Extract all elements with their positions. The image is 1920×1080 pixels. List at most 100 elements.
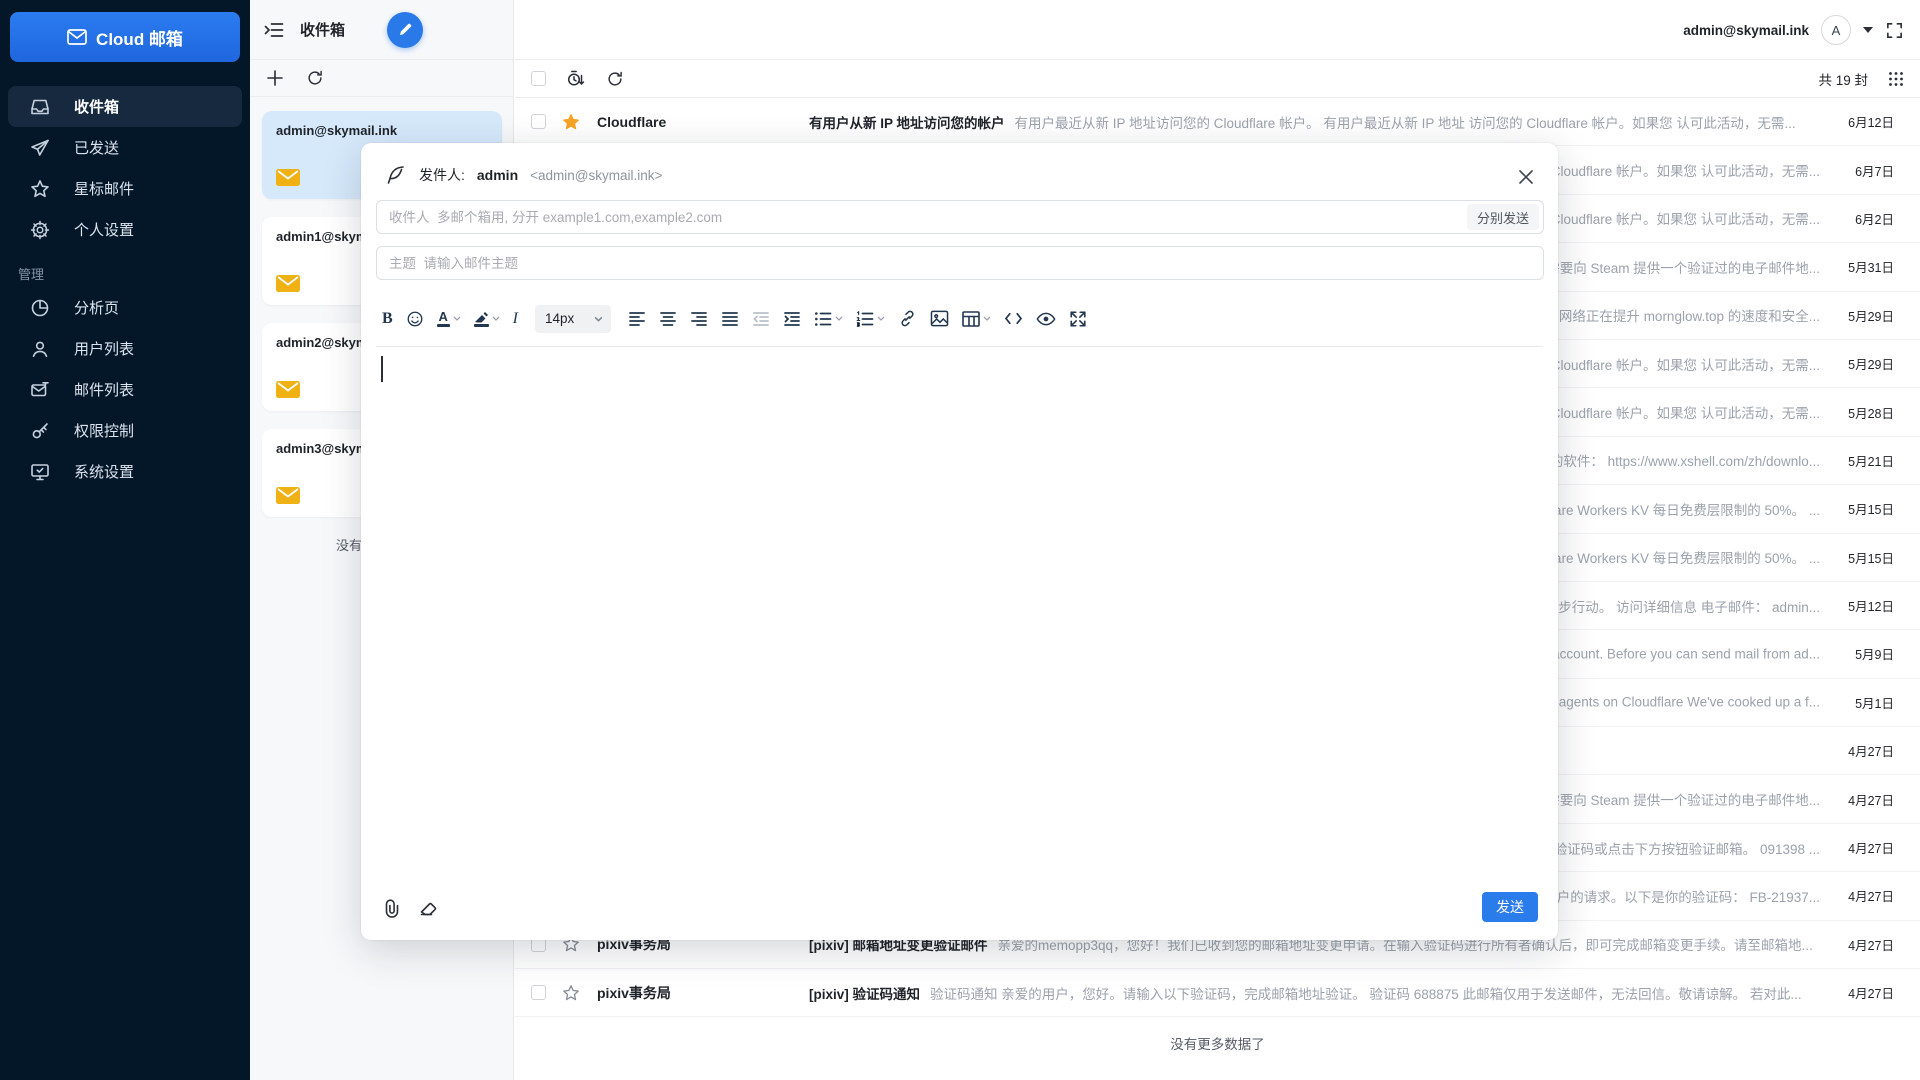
quill-icon bbox=[383, 163, 407, 187]
chevron-down-icon bbox=[877, 316, 885, 321]
send-icon bbox=[30, 138, 50, 158]
row-subject: [pixiv] 验证码通知 bbox=[809, 987, 920, 1002]
sidebar-item-mail-list[interactable]: 邮件列表 bbox=[8, 369, 242, 410]
row-preview: Cloudflare 帐户。如果您 认可此活动，无需... bbox=[1551, 402, 1820, 422]
row-date: 4月27日 bbox=[1830, 886, 1894, 905]
sidebar-item-label: 系统设置 bbox=[74, 461, 134, 482]
row-subject: [pixiv] 邮箱地址变更验证邮件 bbox=[809, 938, 988, 953]
recipient-field-wrap: 分别发送 bbox=[376, 200, 1544, 234]
bold-icon[interactable]: B bbox=[382, 310, 393, 328]
inbox-icon bbox=[30, 97, 50, 117]
sidebar-item-user[interactable]: 用户列表 bbox=[8, 328, 242, 369]
highlight-icon[interactable] bbox=[474, 311, 500, 327]
editor-toolbar: B A I 14px bbox=[376, 291, 1543, 347]
image-icon[interactable] bbox=[930, 310, 949, 327]
close-icon[interactable] bbox=[1518, 169, 1534, 185]
code-icon[interactable] bbox=[1004, 311, 1023, 326]
subject-input[interactable] bbox=[376, 246, 1544, 280]
mailbox-panel-header: 收件箱 bbox=[250, 0, 513, 60]
row-date: 6月7日 bbox=[1830, 161, 1894, 180]
refresh-accounts-icon[interactable] bbox=[306, 69, 324, 87]
row-sender: Cloudflare bbox=[597, 114, 809, 130]
row-subject: 有用户从新 IP 地址访问您的帐户 bbox=[809, 116, 1005, 131]
add-account-icon[interactable] bbox=[266, 69, 284, 87]
row-date: 5月12日 bbox=[1830, 596, 1894, 615]
subject-field-wrap bbox=[376, 246, 1544, 280]
sidebar-item-star[interactable]: 星标邮件 bbox=[8, 168, 242, 209]
sidebar-item-inbox[interactable]: 收件箱 bbox=[8, 86, 242, 127]
total-count: 共 19 封 bbox=[1818, 69, 1868, 89]
compose-header: 发件人: admin <admin@skymail.ink> bbox=[383, 163, 662, 187]
envelope-icon bbox=[276, 381, 300, 398]
star-icon[interactable] bbox=[562, 984, 580, 1002]
settings-icon bbox=[30, 220, 50, 240]
bullet-list-icon[interactable] bbox=[814, 311, 843, 327]
emoji-icon[interactable] bbox=[406, 310, 424, 328]
star-icon[interactable] bbox=[562, 113, 580, 131]
row-preview: Cloudflare 帐户。如果您 认可此活动，无需... bbox=[1551, 208, 1820, 228]
align-right-icon[interactable] bbox=[690, 311, 708, 327]
editor-body[interactable] bbox=[376, 348, 1543, 870]
sidebar-item-settings[interactable]: 个人设置 bbox=[8, 209, 242, 250]
align-justify-icon[interactable] bbox=[721, 311, 739, 327]
attachment-icon[interactable] bbox=[383, 898, 401, 918]
editor-fullscreen-icon[interactable] bbox=[1069, 310, 1087, 328]
from-email: <admin@skymail.ink> bbox=[530, 168, 662, 183]
sidebar-item-label: 星标邮件 bbox=[74, 178, 134, 199]
font-color-icon[interactable]: A bbox=[437, 310, 461, 327]
row-preview: 需要向 Steam 提供一个验证过的电子邮件地... bbox=[1546, 789, 1820, 809]
app-logo-button[interactable]: Cloud 邮箱 bbox=[10, 12, 240, 62]
row-preview: lare Workers KV 每日免费层限制的 50%。 ... bbox=[1551, 499, 1820, 519]
row-date: 5月1日 bbox=[1830, 693, 1894, 712]
sidebar-item-key[interactable]: 权限控制 bbox=[8, 410, 242, 451]
align-center-icon[interactable] bbox=[659, 311, 677, 327]
row-preview: 验证码或点击下方按钮验证邮箱。 091398 ... bbox=[1554, 838, 1820, 858]
row-date: 4月27日 bbox=[1830, 983, 1894, 1002]
chevron-down-icon bbox=[835, 316, 843, 321]
font-size-select[interactable]: 14px bbox=[535, 305, 611, 333]
link-icon[interactable] bbox=[898, 309, 917, 328]
select-all-checkbox[interactable] bbox=[531, 71, 546, 86]
eraser-icon[interactable] bbox=[419, 898, 439, 918]
user-icon bbox=[30, 339, 50, 359]
from-name: admin bbox=[477, 167, 518, 183]
row-text: 有用户从新 IP 地址访问您的帐户有用户最近从新 IP 地址访问您的 Cloud… bbox=[809, 112, 1820, 132]
row-date: 5月29日 bbox=[1830, 354, 1894, 373]
grid-view-icon[interactable] bbox=[1888, 71, 1904, 87]
send-button[interactable]: 发送 bbox=[1482, 892, 1538, 922]
recipient-input[interactable] bbox=[376, 200, 1544, 234]
row-checkbox[interactable] bbox=[531, 985, 546, 1000]
preview-eye-icon[interactable] bbox=[1036, 311, 1056, 327]
sidebar-item-label: 邮件列表 bbox=[74, 379, 134, 400]
account-email: admin@skymail.ink bbox=[276, 123, 488, 138]
outdent-icon[interactable] bbox=[752, 311, 770, 327]
envelope-icon bbox=[276, 275, 300, 292]
sidebar-item-system[interactable]: 系统设置 bbox=[8, 451, 242, 492]
indent-icon[interactable] bbox=[783, 311, 801, 327]
compose-button[interactable] bbox=[387, 12, 423, 48]
fullscreen-icon[interactable] bbox=[1885, 21, 1904, 40]
envelope-icon bbox=[276, 169, 300, 186]
row-date: 6月12日 bbox=[1830, 112, 1894, 131]
avatar[interactable]: A bbox=[1821, 15, 1851, 45]
collapse-sidebar-icon[interactable] bbox=[264, 21, 284, 39]
mail-list-empty-text: 没有更多数据了 bbox=[515, 1017, 1920, 1053]
ordered-list-icon[interactable] bbox=[856, 311, 885, 327]
refresh-list-icon[interactable] bbox=[606, 70, 624, 88]
split-send-button[interactable]: 分别发送 bbox=[1467, 204, 1539, 230]
row-checkbox[interactable] bbox=[531, 114, 546, 129]
sidebar: Cloud 邮箱 收件箱 已发送 星标邮件 个人设置 管理 分析页 用户列表 邮… bbox=[0, 0, 250, 1080]
mail-row[interactable]: Cloudflare有用户从新 IP 地址访问您的帐户有用户最近从新 IP 地址… bbox=[515, 98, 1920, 146]
align-left-icon[interactable] bbox=[628, 311, 646, 327]
key-icon bbox=[30, 421, 50, 441]
italic-icon[interactable]: I bbox=[513, 310, 518, 328]
table-icon[interactable] bbox=[962, 311, 991, 327]
row-date: 5月28日 bbox=[1830, 403, 1894, 422]
sidebar-item-pie-chart[interactable]: 分析页 bbox=[8, 287, 242, 328]
row-date: 4月27日 bbox=[1830, 790, 1894, 809]
mail-row[interactable]: pixiv事务局[pixiv] 验证码通知验证码通知 亲爱的用户，您好。请输入以… bbox=[515, 969, 1920, 1017]
row-preview: 的软件： https://www.xshell.com/zh/downlo... bbox=[1550, 450, 1820, 470]
account-dropdown-caret-icon[interactable] bbox=[1863, 27, 1873, 33]
sidebar-item-send[interactable]: 已发送 bbox=[8, 127, 242, 168]
sort-by-time-icon[interactable] bbox=[566, 69, 586, 89]
